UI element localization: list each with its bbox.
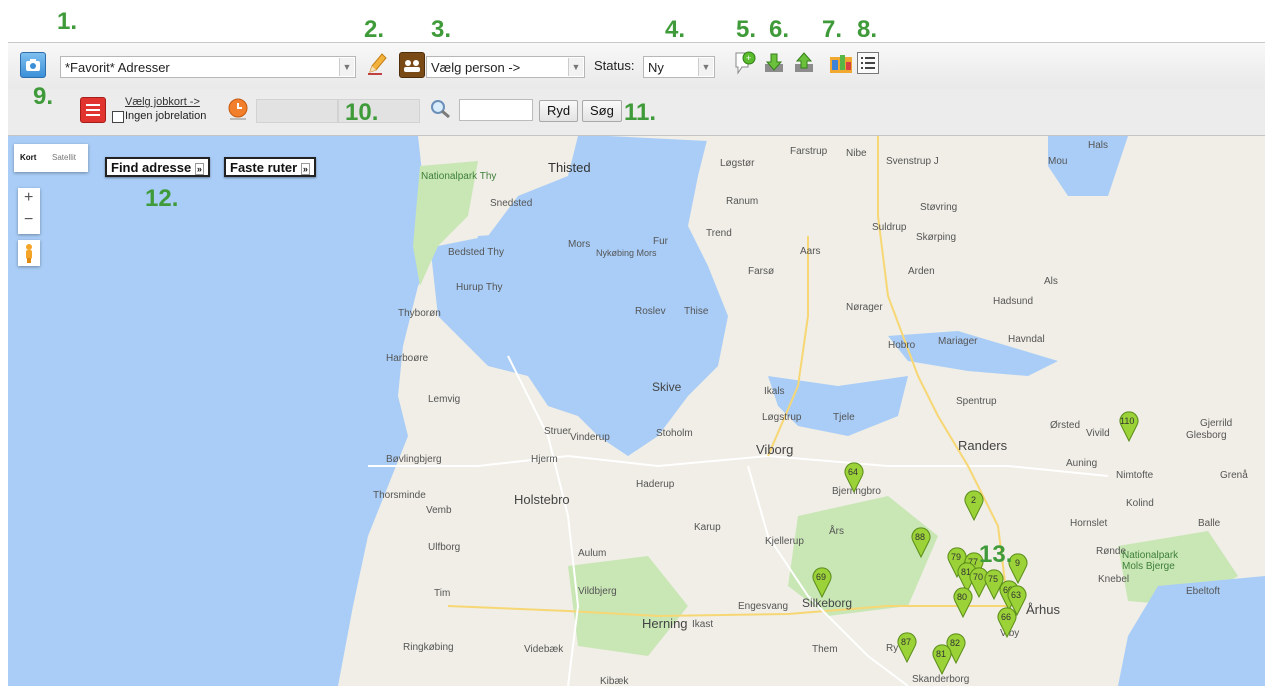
jobcard-icon[interactable] xyxy=(80,97,106,123)
fixed-routes-label: Faste ruter xyxy=(230,160,298,175)
annotation-4: 4. xyxy=(665,16,686,43)
chevron-down-icon: » xyxy=(194,163,204,175)
no-jobrelation-checkbox[interactable] xyxy=(112,111,124,123)
jobcard-link[interactable]: Vælg jobkort -> xyxy=(125,96,200,108)
marker-label: 88 xyxy=(915,532,925,542)
map-marker[interactable]: 80 xyxy=(952,586,974,618)
list-icon[interactable] xyxy=(857,52,879,74)
map-type-control: Kort Satellit xyxy=(14,144,88,172)
search-button[interactable]: Søg xyxy=(582,100,622,122)
find-address-label: Find adresse xyxy=(111,160,192,175)
status-select-value: Ny xyxy=(648,60,664,75)
status-label: Status: xyxy=(594,58,635,73)
map-layers-icon[interactable] xyxy=(828,51,854,75)
favorite-address-value: *Favorit* Adresser xyxy=(65,60,170,75)
add-location-icon[interactable]: + xyxy=(732,49,758,77)
search-input[interactable] xyxy=(459,99,533,121)
no-jobrelation-label: Ingen jobrelation xyxy=(125,110,207,122)
marker-label: 80 xyxy=(957,592,967,602)
chevron-down-icon: ▼ xyxy=(339,58,354,76)
favorite-address-select[interactable]: *Favorit* Adresser ▼ xyxy=(60,56,356,78)
street-view-pegman[interactable] xyxy=(18,240,40,266)
annotation-5: 5. xyxy=(736,16,757,43)
tab-map[interactable]: Kort xyxy=(20,153,36,162)
map-marker[interactable]: 66 xyxy=(996,606,1018,638)
annotation-10: 10. xyxy=(345,99,379,126)
marker-label: 87 xyxy=(901,637,911,647)
marker-label: 69 xyxy=(816,572,826,582)
status-select[interactable]: Ny ▼ xyxy=(643,56,715,78)
map-marker[interactable]: 87 xyxy=(896,631,918,663)
find-address-button[interactable]: Find adresse » xyxy=(105,157,210,177)
annotation-1: 1. xyxy=(57,8,78,35)
fixed-routes-button[interactable]: Faste ruter » xyxy=(224,157,316,177)
map-marker[interactable]: 64 xyxy=(843,461,865,493)
zoom-out-button[interactable]: − xyxy=(24,211,33,229)
annotation-8: 8. xyxy=(857,16,878,43)
annotation-12: 12. xyxy=(145,185,179,212)
chevron-down-icon: ▼ xyxy=(568,58,583,76)
clear-button[interactable]: Ryd xyxy=(539,100,579,122)
person-select-value: Vælg person -> xyxy=(431,60,521,75)
map-marker[interactable]: 88 xyxy=(910,526,932,558)
annotation-7: 7. xyxy=(822,16,843,43)
person-select[interactable]: Vælg person -> ▼ xyxy=(426,56,585,78)
chevron-down-icon: ▼ xyxy=(698,58,713,76)
pencil-icon[interactable] xyxy=(364,50,388,76)
search-icon xyxy=(428,97,452,121)
marker-label: 81 xyxy=(936,649,946,659)
annotation-11: 11. xyxy=(624,99,657,126)
upload-icon[interactable] xyxy=(792,50,818,76)
marker-label: 75 xyxy=(988,574,998,584)
zoom-in-button[interactable]: + xyxy=(24,189,33,207)
time-field[interactable] xyxy=(256,99,338,123)
map-view[interactable]: Thisted Nationalpark Thy Snedsted Bedste… xyxy=(8,136,1265,686)
svg-text:+: + xyxy=(746,53,751,63)
marker-label: 70 xyxy=(973,572,983,582)
annotation-3: 3. xyxy=(431,16,452,43)
map-marker[interactable]: 110 xyxy=(1118,410,1140,442)
marker-label: 110 xyxy=(1120,416,1134,426)
annotation-13: 13. xyxy=(979,541,1013,568)
marker-label: 63 xyxy=(1011,590,1021,600)
people-icon[interactable] xyxy=(399,52,425,78)
tab-satellite[interactable]: Satellit xyxy=(52,153,76,162)
annotation-2: 2. xyxy=(364,16,385,43)
marker-label: 2 xyxy=(971,495,976,505)
camera-icon[interactable] xyxy=(20,52,46,78)
marker-label: 64 xyxy=(848,467,858,477)
clock-icon[interactable] xyxy=(226,97,250,121)
map-marker[interactable]: 2 xyxy=(963,489,985,521)
annotation-9: 9. xyxy=(33,83,54,110)
annotation-6: 6. xyxy=(769,16,790,43)
zoom-control: + − xyxy=(18,188,40,234)
map-marker[interactable]: 81 xyxy=(931,643,953,675)
download-icon[interactable] xyxy=(762,50,788,76)
map-markers: 110 64 2 88 79 77 81 70 75 9 69 80 60 63… xyxy=(8,136,1265,686)
chevron-down-icon: » xyxy=(300,163,310,175)
marker-label: 66 xyxy=(1001,612,1011,622)
map-marker[interactable]: 69 xyxy=(811,566,833,598)
marker-label: 9 xyxy=(1015,558,1020,568)
